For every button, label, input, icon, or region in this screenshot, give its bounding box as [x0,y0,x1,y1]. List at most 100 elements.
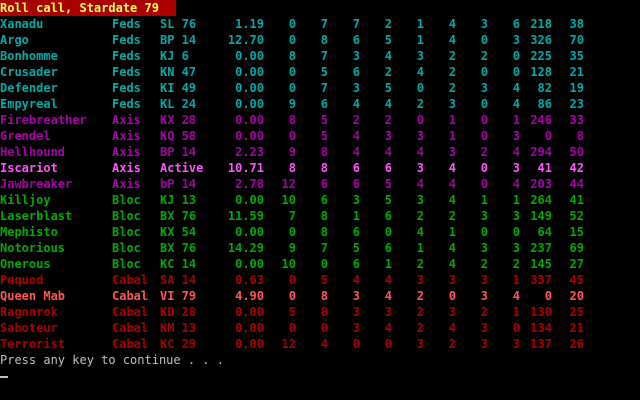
col-5: 0 [416,113,424,127]
col-5: 2 [416,97,424,111]
col-1: 0 [288,81,296,95]
col-4: 4 [384,273,392,287]
faction: Axis [112,129,141,143]
ship-name: Argo [0,33,29,47]
position: KD 28 [160,305,197,319]
col-2: 5 [320,113,328,127]
energy: 0.00 [235,337,264,351]
col-5: 1 [416,17,424,31]
col-3: 5 [352,241,360,255]
col-6: 3 [448,273,456,287]
position: BP 14 [160,33,197,47]
energy: 0.00 [235,113,264,127]
col-6: 1 [448,129,456,143]
col-9: 246 [530,113,552,127]
col-10: 15 [569,225,584,239]
col-6: 3 [448,145,456,159]
faction: Bloc [112,241,141,255]
continue-prompt[interactable]: Press any key to continue . . . [0,352,224,368]
energy: 1.19 [235,17,264,31]
col-10: 27 [569,257,584,271]
table-row: Notorious Bloc BX 76 14.29 9 7 5 6 1 4 3 3 237 69 [0,240,640,256]
col-8: 4 [512,81,520,95]
table-row: Mephisto Bloc KX 54 0.00 0 8 6 0 4 1 0 0 64 15 [0,224,640,240]
col-2: 8 [320,225,328,239]
col-4: 2 [384,17,392,31]
col-8: 1 [512,193,520,207]
energy: 0.00 [235,321,264,335]
col-10: 42 [569,161,584,175]
col-3: 4 [352,273,360,287]
col-4: 5 [384,193,392,207]
col-7: 3 [480,337,488,351]
col-1: 0 [288,17,296,31]
energy: 0.00 [235,305,264,319]
position: BP 14 [160,145,197,159]
position: KX 28 [160,113,197,127]
col-7: 3 [480,81,488,95]
col-4: 5 [384,33,392,47]
col-6: 2 [448,337,456,351]
col-2: 8 [320,145,328,159]
table-row: Saboteur Cabal KM 13 0.00 0 0 3 4 2 4 3 0 134 21 [0,320,640,336]
col-4: 4 [384,49,392,63]
col-6: 4 [448,193,456,207]
faction: Bloc [112,209,141,223]
col-8: 3 [512,209,520,223]
col-6: 0 [448,289,456,303]
col-10: 23 [569,97,584,111]
ship-name: Iscariot [0,161,58,175]
col-2: 8 [320,289,328,303]
energy: 0.00 [235,193,264,207]
position: KC 14 [160,257,197,271]
col-4: 0 [384,337,392,351]
col-4: 1 [384,257,392,271]
faction: Cabal [112,305,149,319]
table-row: Crusader Feds KN 47 0.00 0 5 6 2 4 2 0 0 128 21 [0,64,640,80]
table-row: Iscariot Axis Active 10.71 8 8 6 6 3 4 0 3 41 42 [0,160,640,176]
col-7: 3 [480,209,488,223]
position: BX 76 [160,241,197,255]
faction: Bloc [112,193,141,207]
col-8: 6 [512,17,520,31]
col-5: 1 [416,33,424,47]
col-1: 8 [288,113,296,127]
col-1: 0 [288,289,296,303]
col-10: 69 [569,241,584,255]
col-1: 10 [281,193,296,207]
col-4: 4 [384,321,392,335]
col-1: 0 [288,33,296,47]
table-row: Hellhound Axis BP 14 2.23 9 8 4 4 4 3 2 4 294 50 [0,144,640,160]
col-3: 3 [352,305,360,319]
faction: Axis [112,177,141,191]
col-8: 3 [512,161,520,175]
col-9: 237 [530,241,552,255]
col-6: 4 [448,257,456,271]
col-10: 35 [569,49,584,63]
faction: Feds [112,49,141,63]
col-4: 0 [384,225,392,239]
col-2: 7 [320,17,328,31]
col-1: 7 [288,209,296,223]
col-4: 4 [384,289,392,303]
col-9: 0 [544,129,552,143]
col-8: 4 [512,145,520,159]
col-7: 0 [480,177,488,191]
position: BX 76 [160,209,197,223]
col-10: 8 [576,129,584,143]
col-1: 0 [288,321,296,335]
col-3: 3 [352,49,360,63]
ship-name: Laserblast [0,209,73,223]
col-9: 64 [537,225,552,239]
col-1: 0 [288,273,296,287]
col-6: 3 [448,97,456,111]
col-4: 3 [384,305,392,319]
col-10: 41 [569,193,584,207]
col-2: 7 [320,81,328,95]
col-5: 3 [416,273,424,287]
col-3: 2 [352,113,360,127]
col-8: 3 [512,241,520,255]
col-7: 3 [480,17,488,31]
col-3: 3 [352,289,360,303]
faction: Axis [112,145,141,159]
